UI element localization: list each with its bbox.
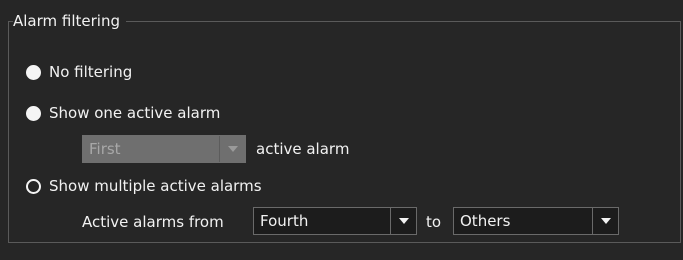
radio-no-filtering-label: No filtering xyxy=(49,63,133,81)
radio-unchecked-icon xyxy=(26,64,41,80)
radio-show-multiple-label: Show multiple active alarms xyxy=(49,177,262,195)
from-alarm-select-value: Fourth xyxy=(260,212,309,230)
radio-show-one-label: Show one active alarm xyxy=(49,104,221,122)
groupbox-title: Alarm filtering xyxy=(13,11,126,31)
multiple-alarms-prefix-label: Active alarms from xyxy=(82,213,224,231)
from-alarm-select[interactable]: Fourth xyxy=(253,207,417,235)
radio-unchecked-icon xyxy=(26,105,41,121)
chevron-down-icon[interactable] xyxy=(219,136,245,162)
to-alarm-select-value: Others xyxy=(460,212,511,230)
alarm-filtering-panel: Alarm filtering No filtering Show one ac… xyxy=(0,0,683,260)
radio-checked-icon xyxy=(26,178,41,194)
radio-show-one-active-alarm[interactable]: Show one active alarm xyxy=(26,102,220,124)
one-alarm-select-value: First xyxy=(89,140,121,158)
to-label: to xyxy=(426,213,442,231)
one-alarm-suffix-label: active alarm xyxy=(256,140,350,158)
chevron-down-icon[interactable] xyxy=(592,208,618,234)
chevron-down-icon[interactable] xyxy=(390,208,416,234)
radio-no-filtering[interactable]: No filtering xyxy=(26,61,132,83)
radio-show-multiple-active-alarms[interactable]: Show multiple active alarms xyxy=(26,175,262,197)
to-alarm-select[interactable]: Others xyxy=(453,207,619,235)
one-alarm-select[interactable]: First xyxy=(82,135,246,163)
